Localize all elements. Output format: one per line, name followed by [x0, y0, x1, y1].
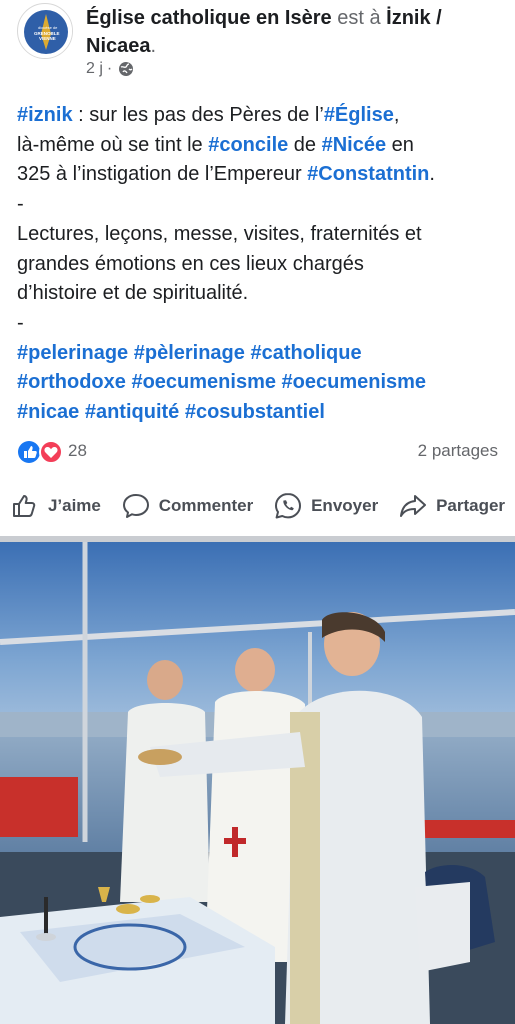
- reaction-count[interactable]: 28: [68, 441, 87, 461]
- author-line: Église catholique en Isère est à İznik /…: [86, 4, 496, 60]
- body-text: en: [386, 133, 414, 156]
- body-text: 325 à l’instigation de l’Empereur: [17, 163, 308, 186]
- meta-separator: ·: [106, 60, 113, 77]
- hashtag-link[interactable]: #catholique: [250, 342, 361, 364]
- hashtag-link[interactable]: #pèlerinage: [134, 342, 245, 364]
- send-label: Envoyer: [311, 496, 379, 515]
- shares-count[interactable]: 2 partages: [418, 441, 498, 461]
- like-label: J’aime: [47, 496, 101, 515]
- reaction-icons[interactable]: [17, 440, 65, 464]
- body-paragraph-2: Lectures, leçons, messe, visites, frater…: [17, 220, 507, 309]
- location-suffix: .: [150, 35, 157, 57]
- share-label: Partager: [436, 496, 506, 515]
- hashtag-link[interactable]: #Église: [324, 104, 394, 126]
- hashtag-link[interactable]: #antiquité: [85, 401, 179, 423]
- comment-label: Commenter: [158, 496, 254, 515]
- hashtag-link[interactable]: #cosubstantiel: [185, 401, 325, 423]
- avatar-text-line1: diocèse de: [38, 25, 58, 30]
- hashtag-link[interactable]: #pelerinage: [17, 342, 128, 364]
- body-text: d’histoire et de spiritualité.: [17, 282, 249, 305]
- post-header: diocèse de GRENOBLE VIENNE Église cathol…: [0, 0, 515, 88]
- post-meta: 2 j ·: [86, 60, 134, 78]
- body-text: ,: [393, 104, 400, 126]
- body-paragraph-1: #iznik : sur les pas des Pères de l’#Égl…: [17, 101, 507, 190]
- thumbs-up-icon: [12, 495, 36, 517]
- hashtag-link[interactable]: #concile: [208, 134, 288, 156]
- post-body: #iznik : sur les pas des Pères de l’#Égl…: [17, 101, 507, 428]
- hashtag-link[interactable]: #Constatntin: [307, 163, 429, 185]
- post-time[interactable]: 2 j: [86, 60, 103, 78]
- author-name-link[interactable]: Église catholique en Isère: [86, 7, 332, 29]
- location-link[interactable]: İznik /: [386, 7, 442, 29]
- post-photo[interactable]: [0, 542, 515, 1024]
- body-text: grandes émotions en ces lieux chargés: [17, 252, 364, 275]
- separator-dash: -: [17, 311, 24, 334]
- separator-dash: -: [17, 193, 24, 216]
- love-reaction-icon: [39, 440, 63, 464]
- share-button[interactable]: Partager: [398, 491, 505, 521]
- like-reaction-icon: [18, 441, 40, 463]
- share-arrow-icon: [400, 495, 427, 517]
- body-text: Lectures, leçons, messe, visites, frater…: [17, 222, 422, 245]
- hashtag-link[interactable]: #oecumenisme: [282, 371, 427, 393]
- reactions-summary: 28 2 partages: [17, 438, 498, 466]
- hashtag-link[interactable]: #iznik: [17, 104, 73, 126]
- mass-by-lake-photo: [0, 542, 515, 1024]
- body-text: de: [288, 133, 322, 156]
- hashtags-block: #pelerinage #pèlerinage #catholique #ort…: [17, 339, 507, 428]
- hashtag-link[interactable]: #nicae: [17, 401, 79, 423]
- connector-text: est à: [331, 7, 387, 29]
- page-avatar[interactable]: diocèse de GRENOBLE VIENNE: [17, 3, 73, 59]
- post-actions: J’aime Commenter Envoyer Partager: [0, 488, 515, 524]
- hashtag-link[interactable]: #orthodoxe: [17, 371, 126, 393]
- body-text: .: [429, 163, 435, 186]
- comment-icon: [122, 494, 149, 518]
- globe-icon: [119, 62, 134, 76]
- like-button[interactable]: J’aime: [10, 491, 101, 521]
- avatar-text-line3: VIENNE: [39, 36, 56, 41]
- comment-button[interactable]: Commenter: [121, 491, 253, 521]
- hashtag-link[interactable]: #Nicée: [322, 134, 387, 156]
- hashtag-link[interactable]: #oecumenisme: [131, 371, 276, 393]
- send-button[interactable]: Envoyer: [273, 491, 378, 521]
- location-link-line2[interactable]: Nicaea: [86, 35, 151, 57]
- whatsapp-icon: [275, 493, 302, 519]
- body-text: là-même où se tint le: [17, 133, 209, 156]
- body-text: : sur les pas des Pères de l’: [72, 104, 324, 126]
